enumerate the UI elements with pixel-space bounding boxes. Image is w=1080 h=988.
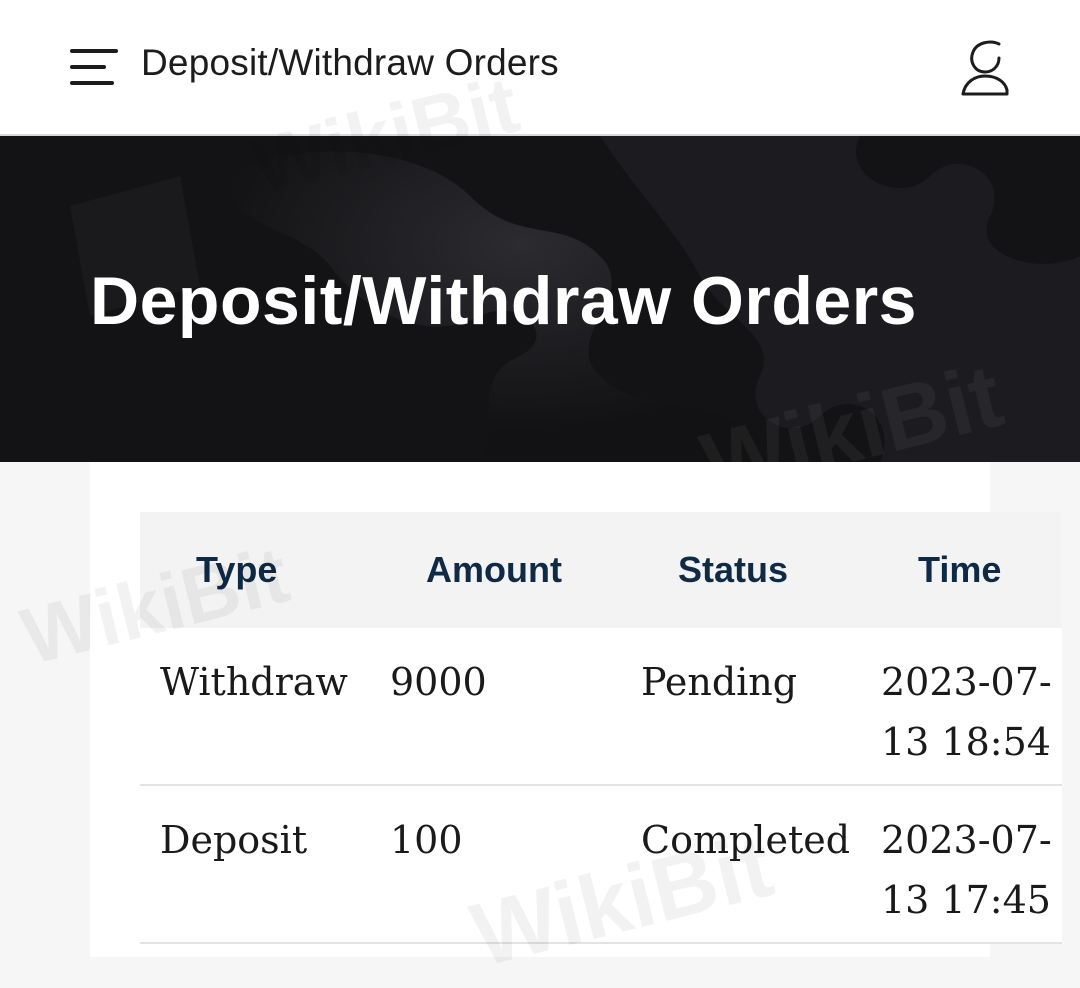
table-header: Type Amount Status Time xyxy=(140,512,1062,628)
column-header-time[interactable]: Time xyxy=(918,549,1001,591)
app-header: Deposit/Withdraw Orders xyxy=(0,0,1080,136)
page-title: Deposit/Withdraw Orders xyxy=(90,263,918,339)
app-title: Deposit/Withdraw Orders xyxy=(141,42,559,83)
cell-status: Completed xyxy=(641,818,851,862)
hamburger-menu-icon[interactable] xyxy=(68,46,120,88)
cell-amount: 9000 xyxy=(390,660,487,704)
user-profile-icon[interactable] xyxy=(955,38,1015,100)
column-header-amount[interactable]: Amount xyxy=(426,549,562,591)
table-row[interactable]: Withdraw 9000 Pending 2023-07-13 18:54 xyxy=(140,628,1062,786)
cell-type: Deposit xyxy=(160,818,308,862)
cell-amount: 100 xyxy=(390,818,463,862)
column-header-type[interactable]: Type xyxy=(196,549,277,591)
cell-time: 2023-07-13 18:54 xyxy=(881,660,1052,764)
cell-type: Withdraw xyxy=(160,660,348,704)
table-row[interactable]: Deposit 100 Completed 2023-07-13 17:45 xyxy=(140,786,1062,944)
cell-status: Pending xyxy=(641,660,798,704)
hero-banner: Deposit/Withdraw Orders xyxy=(0,136,1080,462)
column-header-status[interactable]: Status xyxy=(678,549,788,591)
orders-table: Type Amount Status Time Withdraw 9000 Pe… xyxy=(140,512,1062,944)
cell-time: 2023-07-13 17:45 xyxy=(881,818,1052,922)
